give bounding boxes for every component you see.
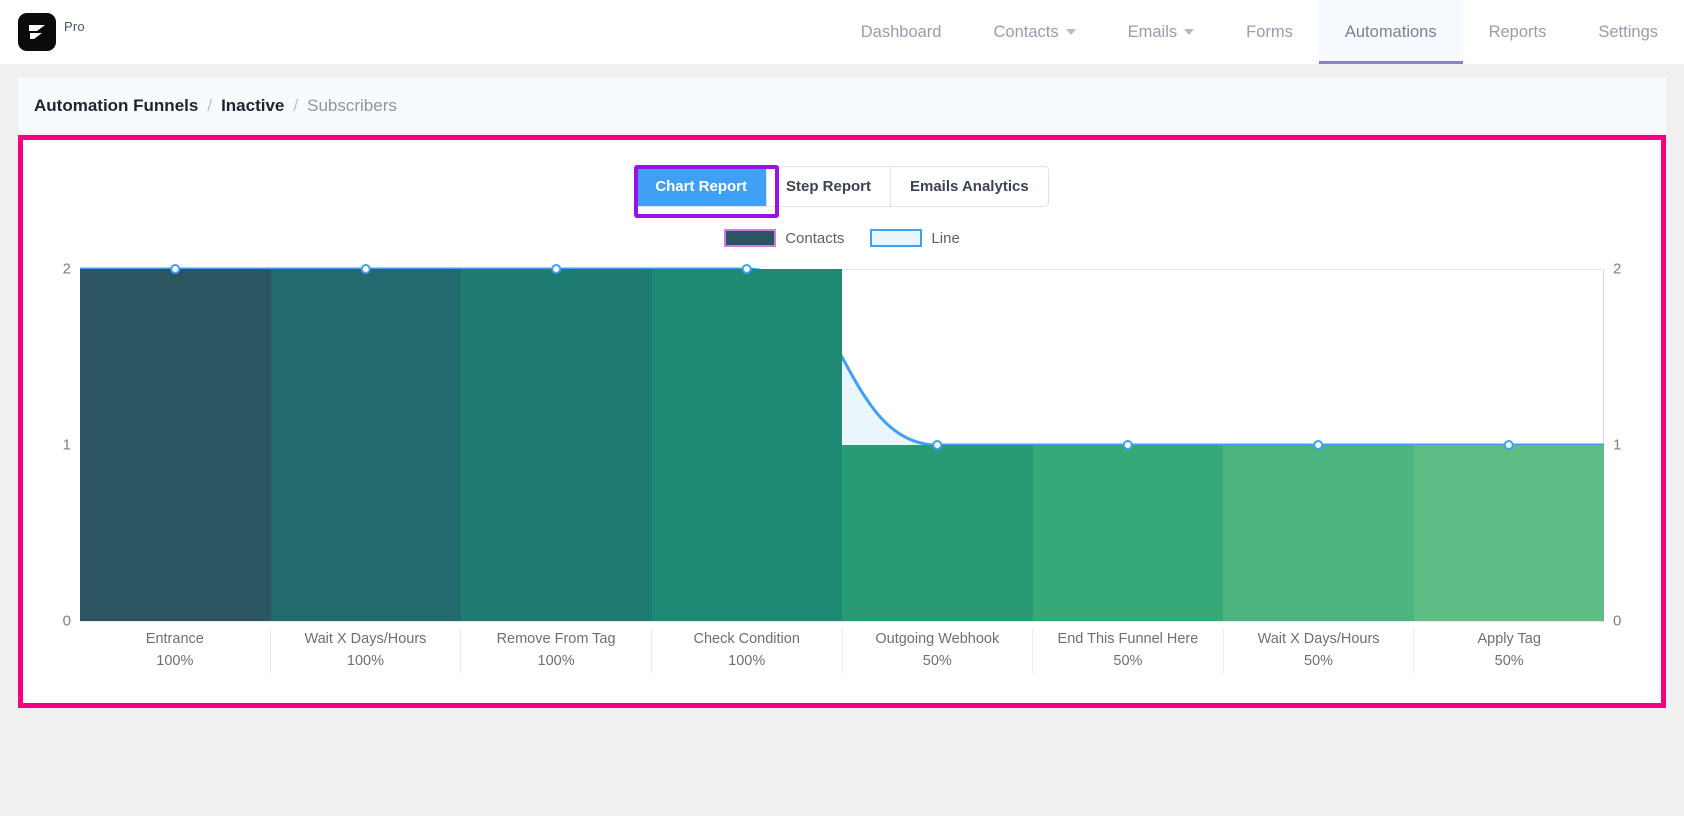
chevron-down-icon <box>1184 29 1194 35</box>
tab-label: Step Report <box>786 178 871 195</box>
fluent-crm-logo-icon <box>18 13 56 51</box>
grid-line <box>80 621 1604 622</box>
step-name: Apply Tag <box>1477 631 1540 647</box>
nav-item-settings[interactable]: Settings <box>1572 0 1684 64</box>
nav-label: Emails <box>1128 23 1178 42</box>
nav-label: Forms <box>1246 23 1293 42</box>
chevron-down-icon <box>1066 29 1076 35</box>
nav-item-contacts[interactable]: Contacts <box>967 0 1101 64</box>
nav-label: Reports <box>1489 23 1547 42</box>
y-axis-tick-right: 2 <box>1613 261 1621 278</box>
x-axis-label-4: Outgoing Webhook 50% <box>842 629 1033 673</box>
main-nav: Dashboard Contacts Emails Forms Automati… <box>835 0 1684 64</box>
line-markers <box>80 269 1604 621</box>
nav-item-emails[interactable]: Emails <box>1102 0 1221 64</box>
breadcrumb: Automation Funnels / Inactive / Subscrib… <box>18 78 1666 133</box>
chart-report-card: Chart Report Step Report Emails Analytic… <box>18 135 1666 708</box>
nav-label: Contacts <box>993 23 1058 42</box>
x-axis-labels: Entrance100%Wait X Days/Hours100%Remove … <box>80 629 1604 673</box>
step-name: End This Funnel Here <box>1058 631 1199 647</box>
x-axis-label-2: Remove From Tag 100% <box>460 629 651 673</box>
breadcrumb-separator: / <box>207 96 212 116</box>
breadcrumb-separator: / <box>293 96 298 116</box>
breadcrumb-inactive[interactable]: Inactive <box>221 96 284 116</box>
nav-label: Settings <box>1598 23 1658 42</box>
nav-item-forms[interactable]: Forms <box>1220 0 1319 64</box>
report-tabs: Chart Report Step Report Emails Analytic… <box>635 166 1048 207</box>
y-axis-tick-left: 1 <box>63 437 71 454</box>
step-name: Check Condition <box>693 631 799 647</box>
breadcrumb-strip: Automation Funnels / Inactive / Subscrib… <box>0 64 1684 133</box>
step-percent: 50% <box>1224 651 1414 673</box>
step-name: Wait X Days/Hours <box>304 631 426 647</box>
step-percent: 50% <box>1033 651 1223 673</box>
x-axis-label-5: End This Funnel Here 50% <box>1032 629 1223 673</box>
legend-item-line[interactable]: Line <box>870 229 959 247</box>
legend-swatch-contacts-icon <box>724 229 776 247</box>
nav-label: Automations <box>1345 23 1437 42</box>
tab-label: Emails Analytics <box>910 178 1029 195</box>
nav-item-reports[interactable]: Reports <box>1463 0 1573 64</box>
step-percent: 100% <box>271 651 461 673</box>
step-percent: 50% <box>843 651 1033 673</box>
pro-badge-label: Pro <box>64 19 85 34</box>
step-percent: 100% <box>461 651 651 673</box>
nav-label: Dashboard <box>861 23 942 42</box>
x-axis-label-3: Check Condition 100% <box>651 629 842 673</box>
top-navigation-bar: Pro Dashboard Contacts Emails Forms Auto… <box>0 0 1684 64</box>
breadcrumb-current: Subscribers <box>307 96 397 116</box>
step-name: Remove From Tag <box>497 631 616 647</box>
chart-legend: Contacts Line <box>23 229 1661 247</box>
step-percent: 100% <box>80 651 270 673</box>
funnel-chart: 001122 Entrance100%Wait X Days/Hours100%… <box>23 255 1661 675</box>
y-axis-tick-right: 1 <box>1613 437 1621 454</box>
chart-plot-area: 001122 <box>80 269 1604 621</box>
tab-chart-report[interactable]: Chart Report <box>636 167 767 206</box>
tab-label: Chart Report <box>655 178 747 195</box>
step-name: Entrance <box>146 631 204 647</box>
y-axis-tick-right: 0 <box>1613 613 1621 630</box>
report-tab-row: Chart Report Step Report Emails Analytic… <box>23 140 1661 207</box>
x-axis-label-6: Wait X Days/Hours 50% <box>1223 629 1414 673</box>
legend-label: Line <box>931 230 959 247</box>
brand-logo[interactable]: Pro <box>0 0 85 64</box>
step-percent: 50% <box>1414 651 1604 673</box>
x-axis-label-7: Apply Tag 50% <box>1413 629 1604 673</box>
nav-item-dashboard[interactable]: Dashboard <box>835 0 968 64</box>
legend-item-contacts[interactable]: Contacts <box>724 229 844 247</box>
x-axis-label-1: Wait X Days/Hours 100% <box>270 629 461 673</box>
step-percent: 100% <box>652 651 842 673</box>
y-axis-tick-left: 0 <box>63 613 71 630</box>
step-name: Outgoing Webhook <box>875 631 999 647</box>
step-name: Wait X Days/Hours <box>1258 631 1380 647</box>
nav-item-automations[interactable]: Automations <box>1319 0 1463 64</box>
legend-label: Contacts <box>785 230 844 247</box>
tab-emails-analytics[interactable]: Emails Analytics <box>891 167 1048 206</box>
y-axis-tick-left: 2 <box>63 261 71 278</box>
breadcrumb-root[interactable]: Automation Funnels <box>34 96 198 116</box>
tab-step-report[interactable]: Step Report <box>767 167 891 206</box>
legend-swatch-line-icon <box>870 229 922 247</box>
x-axis-label-0: Entrance 100% <box>80 629 270 673</box>
